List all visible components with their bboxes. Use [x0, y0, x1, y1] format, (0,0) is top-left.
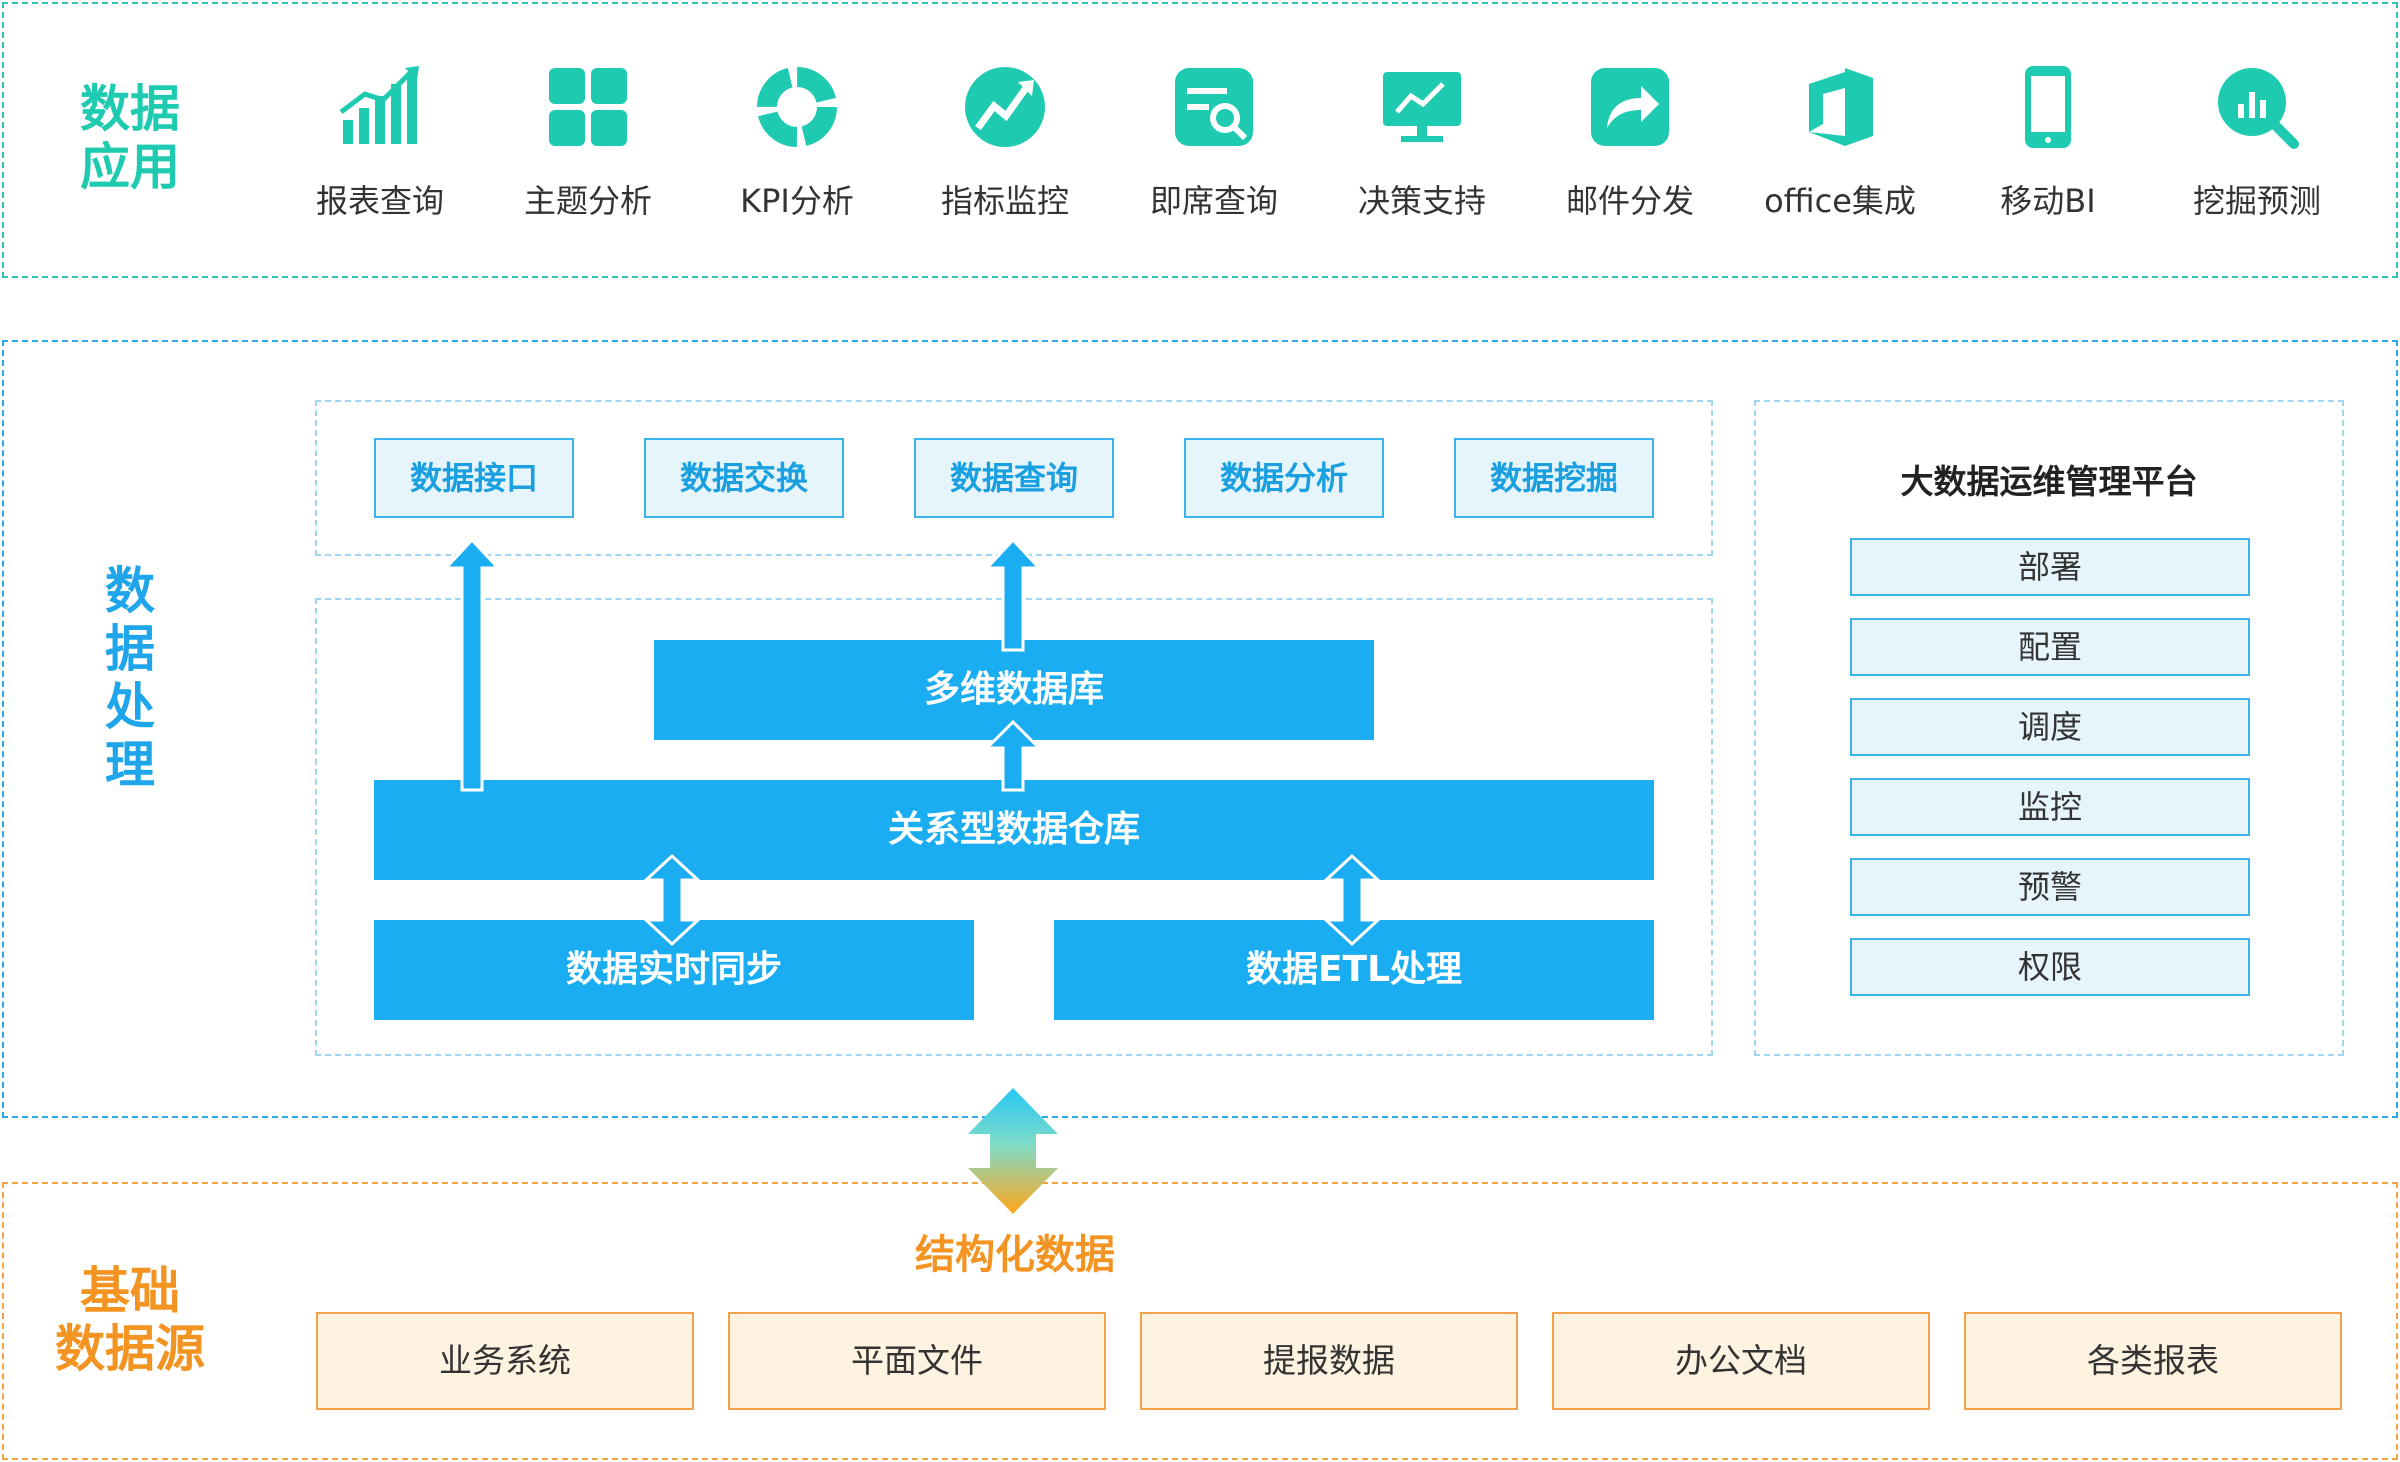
app-item-kpi-analysis[interactable]: KPI分析	[702, 56, 892, 226]
olap-database-bar: 多维数据库	[654, 640, 1374, 740]
service-data-interface[interactable]: 数据接口	[374, 438, 574, 518]
ops-item-config[interactable]: 配置	[1850, 618, 2250, 676]
app-item-label: KPI分析	[740, 182, 854, 220]
app-item-topic-analysis[interactable]: 主题分析	[493, 56, 683, 226]
source-reported-data[interactable]: 提报数据	[1140, 1312, 1518, 1410]
app-item-label: 决策支持	[1357, 182, 1486, 220]
app-item-label: 指标监控	[940, 182, 1069, 220]
data-warehouse-bar: 关系型数据仓库	[374, 780, 1654, 880]
app-item-mobile-bi[interactable]: 移动BI	[1953, 56, 2143, 226]
data-processing-label-char: 数	[105, 562, 155, 620]
realtime-sync-bar: 数据实时同步	[374, 920, 974, 1020]
trend-circle-icon	[965, 67, 1045, 147]
service-data-mining[interactable]: 数据挖掘	[1454, 438, 1654, 518]
app-item-indicator-monitoring[interactable]: 指标监控	[910, 56, 1100, 226]
ops-platform-title: 大数据运维管理平台	[1900, 462, 2198, 501]
search-doc-icon	[1175, 68, 1253, 146]
bar-chart-icon	[339, 66, 419, 144]
app-item-label: office集成	[1764, 182, 1916, 220]
app-item-mail-distribution[interactable]: 邮件分发	[1535, 56, 1725, 226]
grid-icon	[549, 68, 627, 146]
source-various-reports[interactable]: 各类报表	[1964, 1312, 2342, 1410]
source-business-system[interactable]: 业务系统	[316, 1312, 694, 1410]
app-item-label: 报表查询	[315, 182, 444, 220]
app-item-label: 主题分析	[523, 182, 652, 220]
ops-item-alert[interactable]: 预警	[1850, 858, 2250, 916]
data-processing-label-char: 处	[105, 678, 155, 736]
monitor-chart-icon	[1383, 72, 1461, 142]
data-processing-label: 数 据 处 理	[100, 562, 160, 794]
ops-item-monitor[interactable]: 监控	[1850, 778, 2250, 836]
service-data-exchange[interactable]: 数据交换	[644, 438, 844, 518]
app-item-adhoc-query[interactable]: 即席查询	[1119, 56, 1309, 226]
app-item-label: 挖掘预测	[2192, 182, 2321, 220]
ops-item-schedule[interactable]: 调度	[1850, 698, 2250, 756]
app-item-label: 邮件分发	[1565, 182, 1694, 220]
data-source-label-line1: 基础	[80, 1262, 180, 1320]
structured-data-title: 结构化数据	[915, 1232, 1115, 1278]
source-office-document[interactable]: 办公文档	[1552, 1312, 1930, 1410]
app-item-label: 移动BI	[2000, 182, 2096, 220]
app-item-decision-support[interactable]: 决策支持	[1327, 56, 1517, 226]
office-icon	[1809, 68, 1873, 146]
data-processing-label-char: 理	[105, 736, 155, 794]
data-source-label: 基础 数据源	[30, 1262, 230, 1378]
magnifier-chart-icon	[2218, 68, 2299, 149]
app-item-report-query[interactable]: 报表查询	[285, 56, 475, 226]
data-application-label: 数据 应用	[40, 80, 220, 196]
donut-icon	[757, 67, 837, 147]
ops-item-permission[interactable]: 权限	[1850, 938, 2250, 996]
data-source-label-line2: 数据源	[55, 1320, 205, 1378]
source-flat-file[interactable]: 平面文件	[728, 1312, 1106, 1410]
app-item-mining-prediction[interactable]: 挖掘预测	[2162, 56, 2352, 226]
app-item-label: 即席查询	[1149, 182, 1278, 220]
service-data-query[interactable]: 数据查询	[914, 438, 1114, 518]
mobile-icon	[2025, 66, 2071, 148]
ops-item-deploy[interactable]: 部署	[1850, 538, 2250, 596]
etl-processing-bar: 数据ETL处理	[1054, 920, 1654, 1020]
data-processing-label-char: 据	[105, 620, 155, 678]
data-application-label-line2: 应用	[80, 138, 180, 196]
app-item-office-integration[interactable]: office集成	[1745, 56, 1935, 226]
share-arrow-icon	[1591, 68, 1669, 146]
service-data-analysis[interactable]: 数据分析	[1184, 438, 1384, 518]
data-application-label-line1: 数据	[80, 80, 180, 138]
